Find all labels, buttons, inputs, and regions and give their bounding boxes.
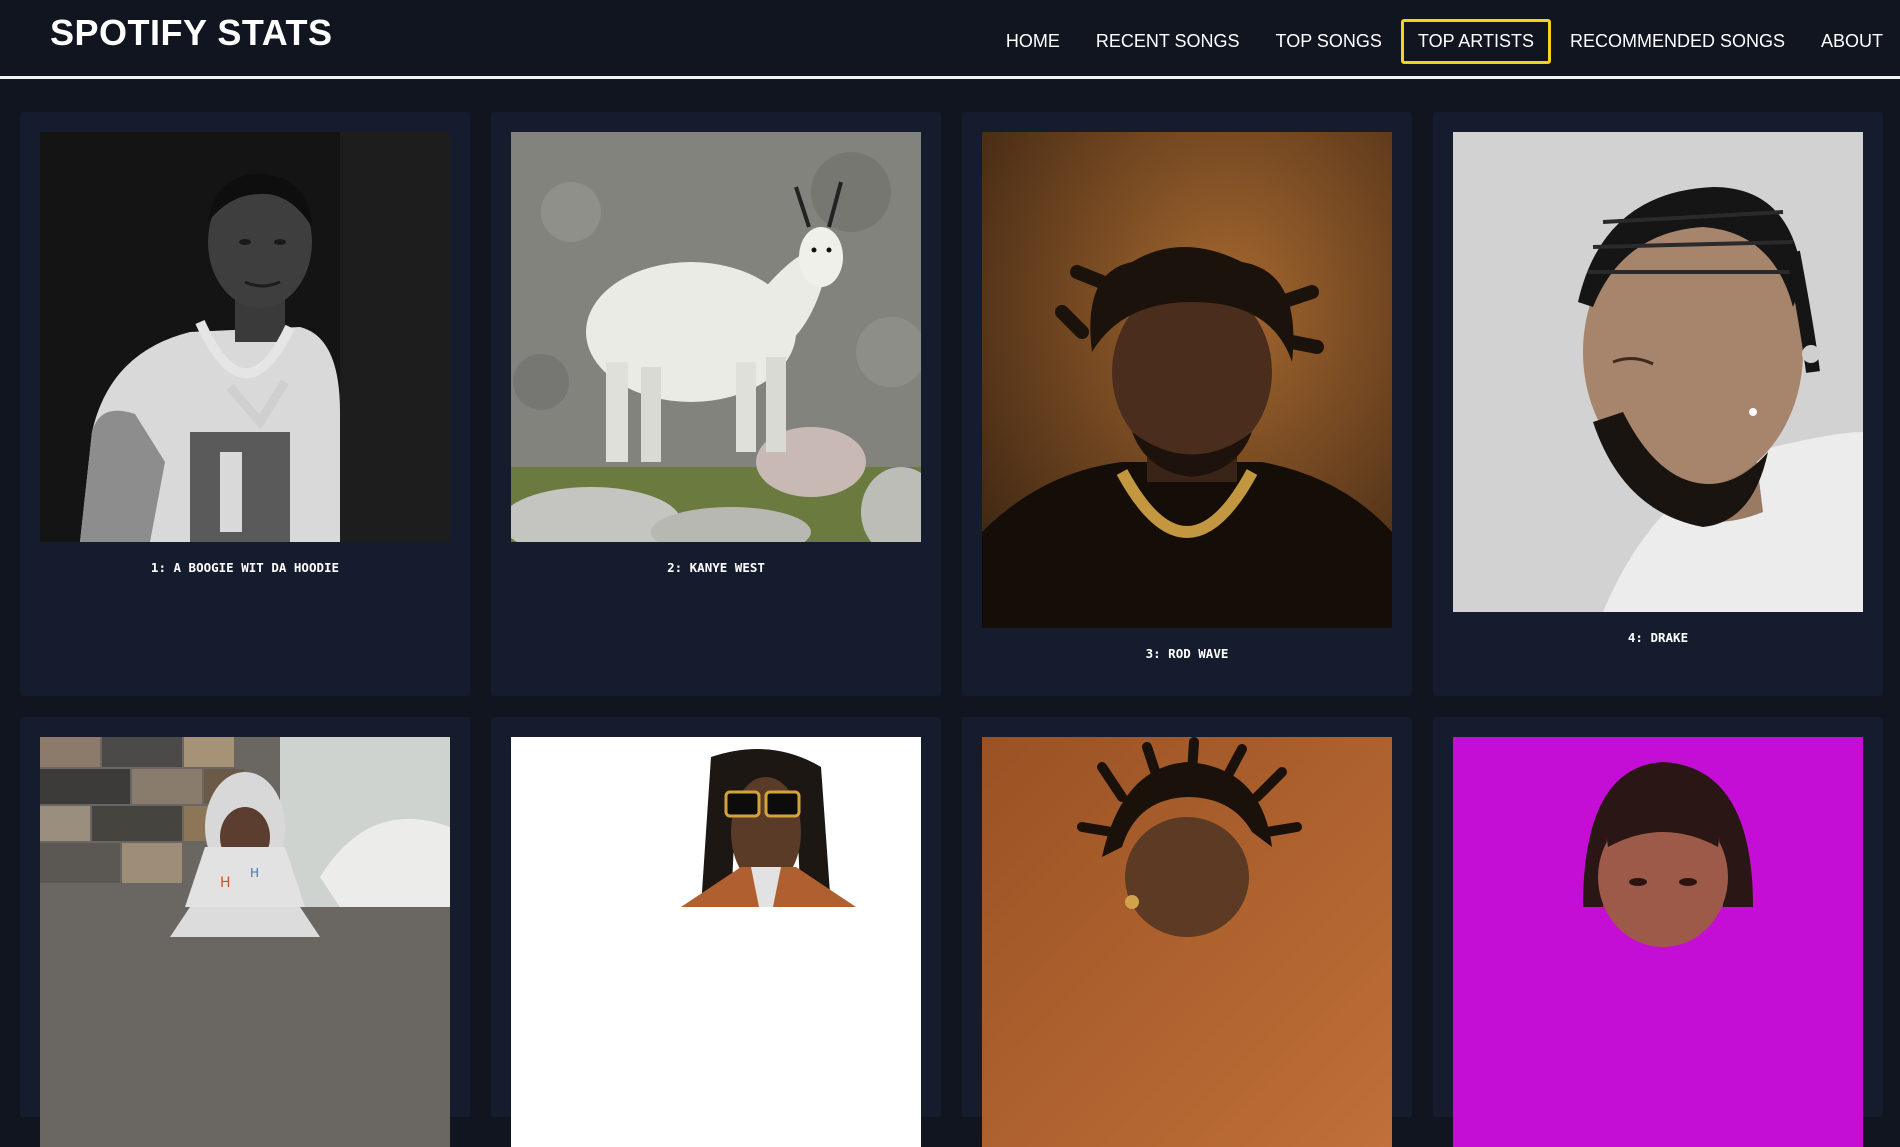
artist-card-2[interactable]: 2: KANYE WEST (491, 112, 941, 696)
nav-item-top-songs[interactable]: TOP SONGS (1259, 19, 1399, 64)
artist-card-1[interactable]: 1: A BOOGIE WIT DA HOODIE (20, 112, 470, 696)
artist-card-8[interactable] (1433, 717, 1883, 1147)
app-logo-title[interactable]: SPOTIFY STATS (50, 12, 333, 54)
artist-image-6[interactable] (511, 737, 921, 1147)
nav-item-recent-songs[interactable]: RECENT SONGS (1079, 19, 1257, 64)
artist-card-4[interactable]: 4: DRAKE (1433, 112, 1883, 696)
artist-caption-1: 1: A BOOGIE WIT DA HOODIE (150, 560, 340, 575)
svg-text:H: H (250, 866, 259, 880)
artist-card-3[interactable]: 3: ROD WAVE (962, 112, 1412, 696)
artist-card-7[interactable] (962, 717, 1412, 1147)
artist-image-4[interactable] (1453, 132, 1863, 612)
artist-image-5[interactable]: H H (40, 737, 450, 1147)
artist-image-3[interactable] (982, 132, 1392, 628)
artist-card-5[interactable]: H H (20, 717, 470, 1147)
header-divider (0, 76, 1900, 79)
nav-item-top-artists[interactable]: TOP ARTISTS (1400, 19, 1551, 64)
artist-caption-4: 4: DRAKE (1627, 630, 1689, 645)
artist-image-8[interactable] (1453, 737, 1863, 1147)
artist-image-7[interactable] (982, 737, 1392, 1147)
nav-item-recommended-songs[interactable]: RECOMMENDED SONGS (1553, 19, 1802, 64)
artist-image-2[interactable] (511, 132, 921, 542)
artist-image-1[interactable] (40, 132, 450, 542)
nav-item-about[interactable]: ABOUT (1804, 19, 1900, 64)
svg-text:H: H (220, 875, 231, 891)
artist-caption-3: 3: ROD WAVE (1145, 646, 1229, 661)
artist-card-6[interactable] (491, 717, 941, 1147)
nav-item-home[interactable]: HOME (989, 19, 1077, 64)
top-nav-bar: SPOTIFY STATS HOME RECENT SONGS TOP SONG… (0, 0, 1900, 76)
nav-menu: HOME RECENT SONGS TOP SONGS TOP ARTISTS … (987, 19, 1900, 64)
artist-caption-2: 2: KANYE WEST (667, 560, 765, 575)
